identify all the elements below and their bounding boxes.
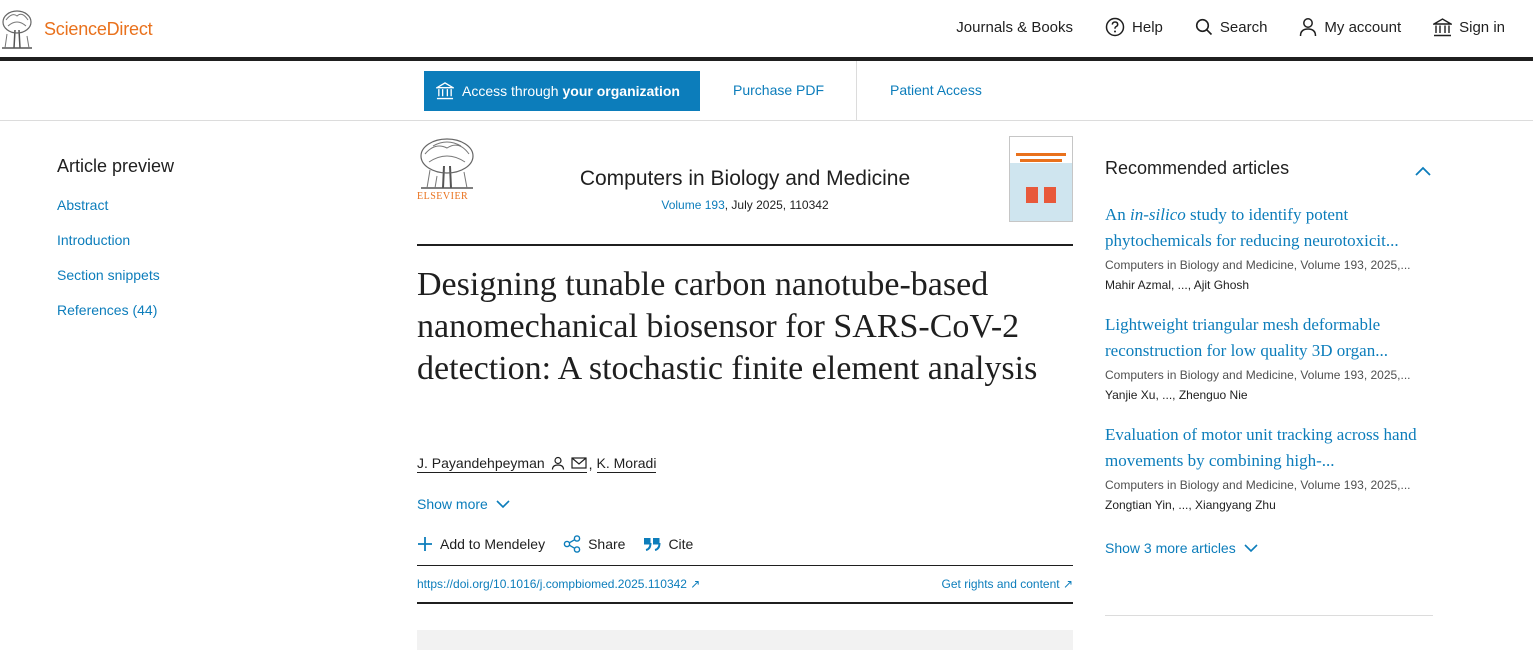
recommended-item-authors: Mahir Azmal, ..., Ajit Ghosh bbox=[1105, 278, 1250, 292]
help-link[interactable]: Help bbox=[1105, 17, 1163, 37]
chevron-down-icon bbox=[1244, 543, 1258, 552]
doi-link[interactable]: https://doi.org/10.1016/j.compbiomed.202… bbox=[417, 577, 700, 591]
envelope-icon bbox=[571, 457, 587, 469]
access-bar: Access through your organization Purchas… bbox=[0, 61, 1533, 121]
search-icon bbox=[1195, 18, 1212, 36]
issue-date: , July 2025, 110342 bbox=[724, 198, 829, 212]
preview-link-introduction[interactable]: Introduction bbox=[57, 232, 174, 248]
preview-link-abstract[interactable]: Abstract bbox=[57, 197, 174, 213]
cite-button[interactable]: Cite bbox=[643, 535, 693, 553]
recommended-item-source: Computers in Biology and Medicine, Volum… bbox=[1105, 258, 1411, 272]
recommended-item-authors: Zongtian Yin, ..., Xiangyang Zhu bbox=[1105, 498, 1276, 512]
add-to-mendeley-label: Add to Mendeley bbox=[440, 536, 546, 552]
top-nav: Journals & Books Help Search My account … bbox=[924, 17, 1505, 37]
title-part: An bbox=[1105, 205, 1131, 224]
article-preview-heading: Article preview bbox=[57, 156, 175, 176]
title-part: Evaluation of motor unit tracking across… bbox=[1105, 425, 1417, 470]
access-bold: your organization bbox=[562, 83, 680, 99]
article-title: Designing tunable carbon nanotube-based … bbox=[417, 266, 1038, 387]
preview-link-references[interactable]: References (44) bbox=[57, 302, 174, 318]
institution-icon bbox=[1433, 17, 1453, 36]
author-list: J. Payandehpeyman , K. Moradi bbox=[417, 455, 657, 473]
my-account-label: My account bbox=[1324, 18, 1402, 36]
cover-title-bar bbox=[1016, 153, 1066, 156]
author-name: J. Payandehpeyman bbox=[417, 455, 545, 471]
recommended-item: An in-silico study to identify potent ph… bbox=[1105, 202, 1433, 292]
doi-bar: https://doi.org/10.1016/j.compbiomed.202… bbox=[417, 565, 1073, 604]
person-icon bbox=[1300, 18, 1317, 37]
title-part: Lightweight triangular mesh deformable r… bbox=[1105, 315, 1388, 360]
journal-header: ELSEVIER Computers in Biology and Medici… bbox=[417, 136, 1073, 246]
cover-graphic bbox=[1026, 187, 1038, 203]
brand-name: ScienceDirect bbox=[44, 18, 153, 39]
article-preview-nav: Article preview Abstract Introduction Se… bbox=[57, 156, 174, 337]
article-actions: Add to Mendeley Share Cite bbox=[417, 535, 711, 553]
access-prefix: Access through bbox=[462, 83, 559, 99]
search-label: Search bbox=[1219, 18, 1268, 36]
recommended-item: Lightweight triangular mesh deformable r… bbox=[1105, 312, 1433, 402]
cover-title-bar bbox=[1020, 159, 1062, 162]
help-icon bbox=[1105, 17, 1125, 37]
title-part-italic: in-silico bbox=[1130, 205, 1186, 224]
institution-icon bbox=[436, 82, 454, 100]
share-button[interactable]: Share bbox=[563, 535, 625, 553]
person-icon bbox=[551, 456, 564, 470]
chevron-down-icon bbox=[496, 499, 510, 508]
cite-label: Cite bbox=[668, 536, 694, 552]
journal-meta: Volume 193, July 2025, 110342 bbox=[417, 198, 1073, 212]
journals-books-label: Journals & Books bbox=[956, 18, 1074, 36]
patient-access-link[interactable]: Patient Access bbox=[890, 82, 982, 98]
divider bbox=[856, 61, 857, 120]
purchase-pdf-link[interactable]: Purchase PDF bbox=[733, 82, 824, 98]
volume-link[interactable]: Volume 193 bbox=[661, 198, 724, 212]
recommended-item-title[interactable]: An in-silico study to identify potent ph… bbox=[1105, 205, 1399, 250]
recommended-item-title[interactable]: Lightweight triangular mesh deformable r… bbox=[1105, 315, 1388, 360]
sign-in-label: Sign in bbox=[1459, 18, 1505, 36]
divider bbox=[1105, 615, 1433, 616]
sign-in-link[interactable]: Sign in bbox=[1433, 17, 1505, 37]
plus-icon bbox=[418, 537, 432, 551]
content-area bbox=[417, 630, 1073, 650]
journal-cover-thumbnail[interactable] bbox=[1009, 136, 1073, 222]
quote-icon bbox=[644, 538, 661, 551]
preview-link-section-snippets[interactable]: Section snippets bbox=[57, 267, 174, 283]
elsevier-tree-icon bbox=[2, 10, 32, 49]
access-organization-button[interactable]: Access through your organization bbox=[424, 71, 700, 111]
author-link[interactable]: K. Moradi bbox=[596, 455, 657, 473]
sciencedirect-logo-link[interactable]: ScienceDirect bbox=[0, 8, 153, 50]
recommended-heading: Recommended articles bbox=[1105, 158, 1290, 178]
show-more-articles-label: Show 3 more articles bbox=[1105, 540, 1236, 556]
share-label: Share bbox=[588, 536, 626, 552]
rights-content-link[interactable]: Get rights and content ↗ bbox=[942, 577, 1073, 591]
search-link[interactable]: Search bbox=[1195, 18, 1268, 36]
my-account-link[interactable]: My account bbox=[1299, 17, 1401, 37]
journals-books-link[interactable]: Journals & Books bbox=[956, 19, 1073, 36]
collapse-recommended-button[interactable] bbox=[1415, 160, 1431, 181]
top-header: ScienceDirect Journals & Books Help Sear… bbox=[0, 0, 1533, 61]
recommended-item-source: Computers in Biology and Medicine, Volum… bbox=[1105, 368, 1411, 382]
show-more-button[interactable]: Show more bbox=[417, 496, 510, 512]
recommended-header: Recommended articles bbox=[1105, 158, 1433, 182]
recommended-item-source: Computers in Biology and Medicine, Volum… bbox=[1105, 478, 1411, 492]
recommended-panel: Recommended articles An in-silico study … bbox=[1105, 158, 1433, 556]
chevron-up-icon bbox=[1415, 166, 1431, 176]
author-name: K. Moradi bbox=[596, 455, 657, 471]
journal-title-link[interactable]: Computers in Biology and Medicine bbox=[417, 167, 1073, 191]
recommended-item-authors: Yanjie Xu, ..., Zhenguo Nie bbox=[1105, 388, 1248, 402]
recommended-item-title[interactable]: Evaluation of motor unit tracking across… bbox=[1105, 425, 1417, 470]
share-icon bbox=[563, 535, 581, 553]
recommended-item: Evaluation of motor unit tracking across… bbox=[1105, 422, 1433, 512]
add-to-mendeley-button[interactable]: Add to Mendeley bbox=[417, 535, 545, 553]
cover-graphic bbox=[1044, 187, 1056, 203]
show-more-label: Show more bbox=[417, 496, 488, 512]
author-separator: , bbox=[588, 456, 593, 472]
author-link[interactable]: J. Payandehpeyman bbox=[417, 455, 587, 473]
help-label: Help bbox=[1132, 18, 1163, 36]
show-more-articles-button[interactable]: Show 3 more articles bbox=[1105, 540, 1433, 556]
